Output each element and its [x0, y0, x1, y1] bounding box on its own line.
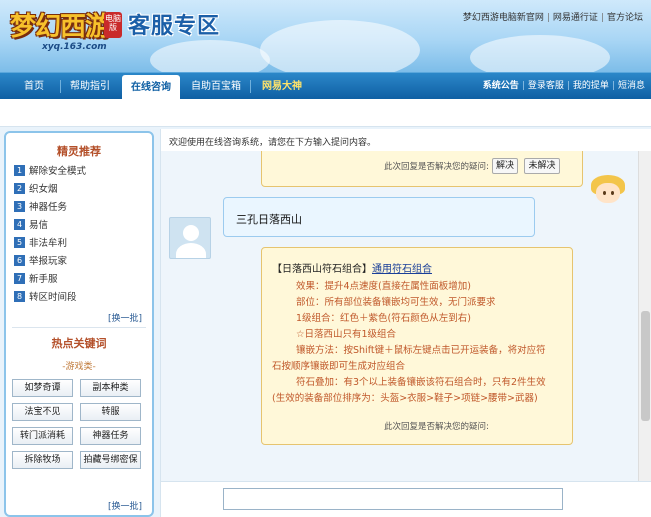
answer-line: 符石叠加：有3个以上装备镶嵌该符石组合时，只有2件生效: [296, 377, 546, 388]
refresh-keywords-link[interactable]: [换一批]: [108, 499, 142, 512]
item-number: 8: [14, 291, 25, 302]
sidebar-item-label: 新手服: [29, 274, 58, 285]
sidebar-item[interactable]: 2 织女烟: [14, 183, 58, 197]
sidebar-item[interactable]: 4 易信: [14, 219, 48, 233]
sidebar-item-label: 非法牟利: [29, 238, 68, 249]
header-banner: 梦幻西游 电脑版 xyq.163.com 客服专区 梦幻西游电脑新官网 | 网易通行…: [0, 0, 651, 72]
keyword-button[interactable]: 副本种类: [80, 379, 141, 397]
sidebar-item[interactable]: 6 举报玩家: [14, 255, 67, 269]
question-input[interactable]: [223, 488, 563, 510]
sidebar-item-label: 织女烟: [29, 184, 58, 195]
item-number: 5: [14, 237, 25, 248]
sidebar-item-label: 转区时间段: [29, 292, 77, 303]
my-tickets-link[interactable]: 我的提单: [573, 81, 609, 91]
avatar-head: [183, 225, 199, 241]
feedback-question: 此次回复是否解决您的疑问:: [384, 162, 489, 172]
keyword-button[interactable]: 转服: [80, 403, 141, 421]
answer-line: 部位：所有部位装备镶嵌均可生效，无门派要求: [296, 297, 496, 308]
keyword-button[interactable]: 如梦奇谭: [12, 379, 73, 397]
avatar-eye: [603, 191, 606, 195]
sidebar-item[interactable]: 3 神器任务: [14, 201, 67, 215]
tab-home[interactable]: 首页: [14, 73, 54, 100]
logo-badge: 电脑版: [104, 12, 122, 38]
banner-cloud: [150, 40, 270, 72]
tab-help-guide[interactable]: 帮助指引: [64, 73, 116, 100]
sidebar-item[interactable]: 5 非法牟利: [14, 237, 67, 251]
answer-line: 1级组合：红色＋紫色(符石颜色从左到右): [296, 313, 471, 324]
bot-answer-bubble: 【日落西山符石组合】通用符石组合 效果：提升4点速度(直接在属性面板增加) 部位…: [261, 247, 573, 445]
user-message-bubble: 三孔日落西山: [223, 197, 535, 237]
avatar-face: [596, 183, 620, 203]
sidebar-title: 精灵推荐: [57, 145, 101, 158]
page-title: 客服专区: [128, 14, 221, 39]
banner-cloud: [260, 20, 420, 72]
sidebar-item-label: 神器任务: [29, 202, 68, 213]
sidebar-item-label: 举报玩家: [29, 256, 68, 267]
unresolved-button[interactable]: 未解决: [524, 158, 560, 174]
answer-title: 【日落西山符石组合】通用符石组合: [272, 260, 432, 275]
item-number: 2: [14, 183, 25, 194]
keywords-title: 热点关键词: [51, 337, 107, 350]
nav-divider: [60, 80, 61, 93]
official-site-link[interactable]: 梦幻西游电脑新官网: [463, 13, 544, 23]
divider: [12, 327, 146, 328]
item-number: 6: [14, 255, 25, 266]
sidebar-item[interactable]: 8 转区时间段: [14, 291, 77, 305]
messages-link[interactable]: 短消息: [618, 81, 645, 91]
sidebar-item[interactable]: 1 解除安全模式: [14, 165, 86, 179]
sidebar-item-label: 易信: [29, 220, 49, 231]
answer-line: 石按顺序镶嵌即可生成对应组合: [272, 361, 406, 372]
item-number: 1: [14, 165, 25, 176]
welcome-text: 欢迎使用在线咨询系统，请您在下方输入提问内容。: [169, 138, 377, 148]
answer-title-link[interactable]: 通用符石组合: [372, 264, 432, 275]
assistant-avatar: [587, 173, 629, 209]
item-number: 4: [14, 219, 25, 230]
keyword-button[interactable]: 法宝不见: [12, 403, 73, 421]
tab-self-service[interactable]: 自助百宝箱: [186, 73, 246, 100]
answer-line: (生效的装备部位排序为：头盔>衣服>鞋子>项链>腰带>武器): [272, 393, 538, 404]
nav-underbar: [0, 99, 651, 127]
chat-panel: 欢迎使用在线咨询系统，请您在下方输入提问内容。 此次回复是否解决您的疑问: 解决…: [160, 129, 651, 517]
answer-line: ☆日落西山只有1级组合: [296, 329, 397, 340]
feedback-question: 此次回复是否解决您的疑问:: [384, 422, 489, 432]
keywords-subtitle: -游戏类-: [62, 362, 96, 372]
sidebar: 精灵推荐 1 解除安全模式 2 织女烟 3 神器任务 4 易信 5 非法牟利 6 举报玩家 …: [4, 131, 154, 517]
forum-link[interactable]: 官方论坛: [607, 13, 643, 23]
keyword-button[interactable]: 转门派消耗: [12, 427, 73, 445]
game-logo[interactable]: 梦幻西游 电脑版 xyq.163.com: [6, 4, 124, 52]
chat-scrollbar[interactable]: [638, 151, 651, 481]
keyword-button[interactable]: 神器任务: [80, 427, 141, 445]
answer-line: 镶嵌方法：按Shift键＋鼠标左键点击已开运装备，将对应符: [296, 345, 546, 356]
input-row: [161, 481, 651, 517]
logo-text: 梦幻西游: [10, 12, 111, 42]
nav-divider: [250, 80, 251, 93]
resolved-button[interactable]: 解决: [492, 158, 518, 174]
scroll-thumb[interactable]: [641, 311, 650, 421]
nav-right-links: 系统公告 | 登录客服 | 我的提单 | 短消息: [482, 81, 645, 91]
user-avatar: [169, 217, 211, 259]
avatar-body: [176, 243, 206, 258]
avatar-eye: [611, 191, 614, 195]
user-message-text: 三孔日落西山: [236, 213, 302, 226]
tab-netease-dashen[interactable]: 网易大神: [254, 73, 310, 100]
system-notice-link[interactable]: 系统公告: [483, 81, 519, 91]
tab-online-consult[interactable]: 在线咨询: [122, 75, 180, 100]
main-nav: 首页 帮助指引 在线咨询 自助百宝箱 网易大神 系统公告 | 登录客服 | 我的提单 | 短…: [0, 72, 651, 100]
login-service-link[interactable]: 登录客服: [528, 81, 564, 91]
passport-link[interactable]: 网易通行证: [553, 13, 598, 23]
refresh-recommend-link[interactable]: [换一批]: [108, 311, 142, 324]
top-links: 梦幻西游电脑新官网 | 网易通行证 | 官方论坛: [462, 13, 643, 23]
sidebar-item-label: 解除安全模式: [29, 166, 87, 177]
item-number: 7: [14, 273, 25, 284]
item-number: 3: [14, 201, 25, 212]
sidebar-item[interactable]: 7 新手服: [14, 273, 58, 287]
banner-cloud: [470, 35, 610, 72]
keyword-button[interactable]: 拍藏号绑密保: [80, 451, 141, 469]
chat-history[interactable]: 此次回复是否解决您的疑问: 解决 未解决 三孔日落西山 【日落西山符石组合】通用…: [161, 151, 638, 481]
answer-line: 效果：提升4点速度(直接在属性面板增加): [296, 281, 471, 292]
keyword-button[interactable]: 拆除牧场: [12, 451, 73, 469]
logo-domain: xyq.163.com: [42, 42, 107, 52]
bot-reply-bubble: 此次回复是否解决您的疑问: 解决 未解决: [261, 151, 583, 187]
answer-title-text: 【日落西山符石组合】: [272, 264, 372, 275]
